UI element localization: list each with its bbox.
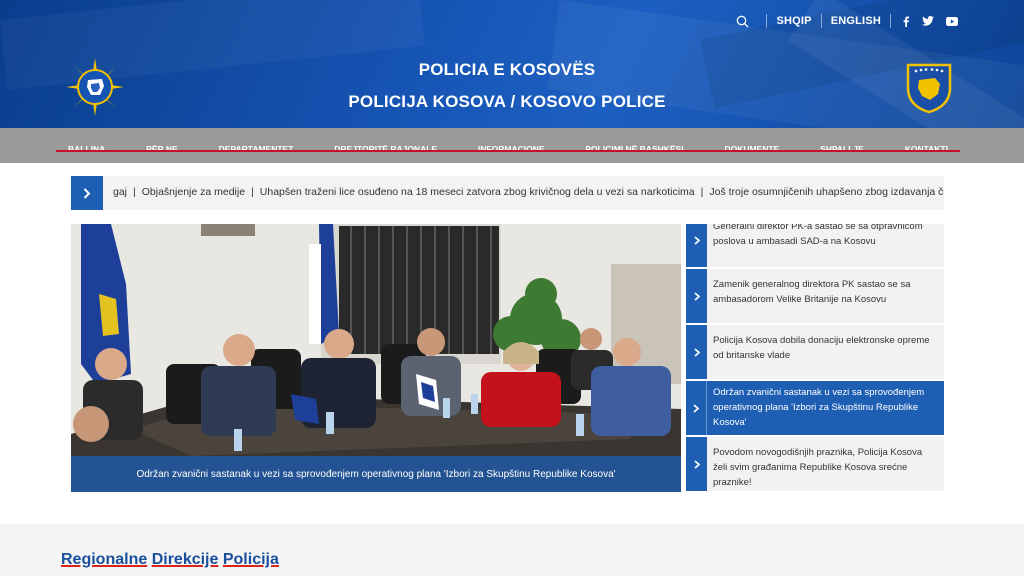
regional-directorates-section: Regionalne Direkcije Policija <box>0 524 1024 576</box>
twitter-icon[interactable] <box>922 16 934 26</box>
ticker-item[interactable]: gaj <box>113 186 127 198</box>
social-links <box>902 16 958 27</box>
ticker-text: gaj | Objašnjenje za medije | Uhapšen tražen… <box>113 186 944 198</box>
site-title-line2: POLICIJA KOSOVA / KOSOVO POLICE <box>348 92 666 111</box>
ticker-item[interactable]: Objašnjenje za medije <box>142 186 245 198</box>
side-news-item[interactable]: Generalni direktor PK-a sastao se sa otp… <box>686 224 944 267</box>
section-heading-word: Regionalne <box>61 551 148 568</box>
featured-news-photo <box>71 224 681 492</box>
ticker-item[interactable]: Uhapšen traženi lice osuđeno na 18 mesec… <box>260 186 695 198</box>
side-news-item[interactable]: Povodom novogodišnjih praznika, Policija… <box>686 437 944 491</box>
site-title-line1: POLICIA E KOSOVËS <box>418 60 596 79</box>
chevron-right-icon <box>686 269 707 323</box>
site-title: POLICIA E KOSOVËS POLICIJA KOSOVA / KOSO… <box>0 60 1014 112</box>
nav-item-drejtorite-rajonale[interactable]: DREJTORITË RAJONALE <box>334 144 437 154</box>
main-navigation: BALLINA PËR NE DEPARTAMENTET DREJTORITË … <box>0 128 1024 163</box>
nav-item-ballina[interactable]: BALLINA <box>68 144 105 154</box>
featured-news-caption[interactable]: Održan zvanični sastanak u vezi sa sprov… <box>71 456 681 492</box>
side-news-item[interactable]: Policija Kosova dobila donaciju elektron… <box>686 325 944 379</box>
ticker-next-button[interactable] <box>71 176 103 210</box>
nav-item-shpallje[interactable]: SHPALLJE <box>820 144 864 154</box>
section-heading-word: Direkcije <box>151 551 219 568</box>
side-news-item[interactable]: Zamenik generalnog direktora PK sastao s… <box>686 269 944 323</box>
side-news-title: Generalni direktor PK-a sastao se sa otp… <box>713 224 923 247</box>
nav-menu: BALLINA PËR NE DEPARTAMENTET DREJTORITË … <box>56 128 960 163</box>
language-english-link[interactable]: ENGLISH <box>831 15 881 27</box>
section-heading-word: Policija <box>222 551 279 568</box>
side-news-title: Policija Kosova dobila donaciju elektron… <box>713 335 930 361</box>
site-header: SHQIP ENGLISH POLICIA E KOSOVËS POLICIJA… <box>0 0 1024 128</box>
nav-item-departamentet[interactable]: DEPARTAMENTET <box>219 144 294 154</box>
top-links: SHQIP ENGLISH <box>727 12 958 30</box>
nav-item-dokumente[interactable]: DOKUMENTE <box>724 144 779 154</box>
chevron-right-icon <box>686 224 707 267</box>
nav-item-policimi-ne-bashkesi[interactable]: POLICIMI NË BASHKËSI <box>585 144 683 154</box>
side-news-title: Zamenik generalnog direktora PK sastao s… <box>713 279 911 305</box>
divider <box>766 14 768 28</box>
news-ticker: gaj | Objašnjenje za medije | Uhapšen tražen… <box>71 176 944 210</box>
kosovo-emblem <box>905 62 953 114</box>
chevron-right-icon <box>686 437 707 491</box>
ticker-separator: | <box>700 186 704 198</box>
ticker-separator: | <box>133 186 136 198</box>
nav-item-per-ne[interactable]: PËR NE <box>146 144 178 154</box>
featured-news[interactable]: Održan zvanični sastanak u vezi sa sprov… <box>71 224 681 492</box>
ticker-track: gaj | Objašnjenje za medije | Uhapšen tražen… <box>103 176 944 210</box>
search-icon[interactable] <box>727 12 757 30</box>
section-heading: Regionalne Direkcije Policija <box>61 551 279 569</box>
chevron-right-icon <box>686 325 707 379</box>
nav-item-kontakti[interactable]: KONTAKTI <box>905 144 948 154</box>
chevron-right-icon <box>83 187 91 199</box>
side-news-item-active[interactable]: Održan zvanični sastanak u vezi sa sprov… <box>686 381 944 435</box>
ticker-separator: | <box>251 186 254 198</box>
chevron-right-icon <box>686 381 707 435</box>
youtube-icon[interactable] <box>946 16 958 26</box>
side-news-title: Povodom novogodišnjih praznika, Policija… <box>713 447 923 488</box>
nav-item-informacione[interactable]: INFORMACIONE <box>478 144 545 154</box>
language-shqip-link[interactable]: SHQIP <box>776 15 811 27</box>
side-news-title: Održan zvanični sastanak u vezi sa sprov… <box>713 387 925 428</box>
nav-accent-line <box>56 150 960 152</box>
facebook-icon[interactable] <box>902 16 910 27</box>
divider <box>890 14 891 28</box>
divider <box>820 14 822 28</box>
side-news-list: Generalni direktor PK-a sastao se sa otp… <box>686 224 944 492</box>
ticker-item[interactable]: Još troje osumnjičenih uhapšeno zbog izd… <box>709 186 944 198</box>
